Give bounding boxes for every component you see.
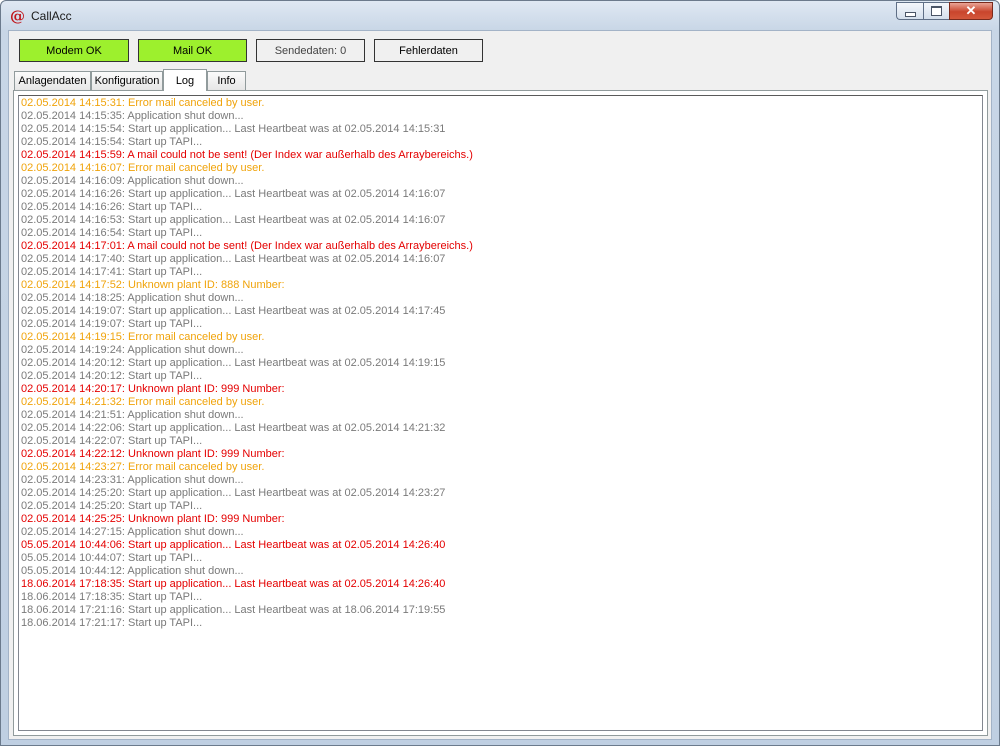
log-line: 18.06.2014 17:21:17: Start up TAPI... xyxy=(21,617,203,629)
maximize-icon xyxy=(931,6,942,16)
tab-info[interactable]: Info xyxy=(207,71,246,90)
tab-anlagendaten[interactable]: Anlagendaten xyxy=(14,71,91,90)
log-list: 02.05.2014 14:15:31: Error mail canceled… xyxy=(19,97,473,630)
log-line: 02.05.2014 14:25:20: Start up applicatio… xyxy=(21,487,446,499)
log-line: 02.05.2014 14:15:54: Start up applicatio… xyxy=(21,123,446,135)
log-line: 05.05.2014 10:44:06: Start up applicatio… xyxy=(21,539,446,551)
close-icon: ✕ xyxy=(965,3,977,18)
maximize-button[interactable] xyxy=(923,2,949,20)
minimize-icon xyxy=(904,11,916,17)
log-line: 02.05.2014 14:18:25: Application shut do… xyxy=(21,292,244,304)
log-line: 02.05.2014 14:25:25: Unknown plant ID: 9… xyxy=(21,513,285,525)
log-line: 02.05.2014 14:16:54: Start up TAPI... xyxy=(21,227,203,239)
log-line: 02.05.2014 14:19:07: Start up TAPI... xyxy=(21,318,203,330)
log-textbox[interactable]: 02.05.2014 14:15:31: Error mail canceled… xyxy=(18,95,983,731)
title-bar[interactable]: @ CallAcc ✕ xyxy=(1,1,999,29)
log-line: 02.05.2014 14:17:40: Start up applicatio… xyxy=(21,253,446,265)
log-line: 02.05.2014 14:15:35: Application shut do… xyxy=(21,110,244,122)
log-line: 02.05.2014 14:21:32: Error mail canceled… xyxy=(21,396,265,408)
log-line: 02.05.2014 14:16:26: Start up TAPI... xyxy=(21,201,203,213)
log-line: 02.05.2014 14:16:53: Start up applicatio… xyxy=(21,214,446,226)
log-line: 02.05.2014 14:22:06: Start up applicatio… xyxy=(21,422,446,434)
log-line: 02.05.2014 14:17:52: Unknown plant ID: 8… xyxy=(21,279,285,291)
log-line: 02.05.2014 14:20:12: Start up TAPI... xyxy=(21,370,203,382)
error-data-button[interactable]: Fehlerdaten xyxy=(374,39,483,62)
log-line: 18.06.2014 17:18:35: Start up applicatio… xyxy=(21,578,446,590)
log-line: 02.05.2014 14:22:12: Unknown plant ID: 9… xyxy=(21,448,285,460)
app-window: @ CallAcc ✕ Modem OK Mail OK Sendedaten:… xyxy=(0,0,1000,746)
log-line: 02.05.2014 14:23:27: Error mail canceled… xyxy=(21,461,265,473)
log-line: 02.05.2014 14:17:41: Start up TAPI... xyxy=(21,266,203,278)
log-line: 02.05.2014 14:16:09: Application shut do… xyxy=(21,175,244,187)
client-area: Modem OK Mail OK Sendedaten: 0 Fehlerdat… xyxy=(8,30,992,740)
modem-status-button[interactable]: Modem OK xyxy=(19,39,129,62)
log-line: 02.05.2014 14:15:31: Error mail canceled… xyxy=(21,97,265,109)
window-controls: ✕ xyxy=(896,2,993,20)
log-line: 02.05.2014 14:25:20: Start up TAPI... xyxy=(21,500,203,512)
log-line: 02.05.2014 14:15:59: A mail could not be… xyxy=(21,149,473,161)
log-line: 02.05.2014 14:20:12: Start up applicatio… xyxy=(21,357,446,369)
log-line: 02.05.2014 14:17:01: A mail could not be… xyxy=(21,240,473,252)
log-line: 02.05.2014 14:21:51: Application shut do… xyxy=(21,409,244,421)
close-button[interactable]: ✕ xyxy=(949,2,993,20)
tab-log[interactable]: Log xyxy=(163,69,207,91)
log-line: 02.05.2014 14:27:15: Application shut do… xyxy=(21,526,244,538)
log-line: 02.05.2014 14:16:07: Error mail canceled… xyxy=(21,162,265,174)
mail-status-button[interactable]: Mail OK xyxy=(138,39,247,62)
minimize-button[interactable] xyxy=(896,2,923,20)
log-line: 18.06.2014 17:21:16: Start up applicatio… xyxy=(21,604,446,616)
log-line: 02.05.2014 14:16:26: Start up applicatio… xyxy=(21,188,446,200)
log-line: 02.05.2014 14:19:24: Application shut do… xyxy=(21,344,244,356)
log-line: 02.05.2014 14:15:54: Start up TAPI... xyxy=(21,136,203,148)
log-line: 05.05.2014 10:44:12: Application shut do… xyxy=(21,565,244,577)
send-data-button[interactable]: Sendedaten: 0 xyxy=(256,39,365,62)
log-line: 02.05.2014 14:23:31: Application shut do… xyxy=(21,474,244,486)
window-title: CallAcc xyxy=(31,9,72,23)
log-line: 02.05.2014 14:22:07: Start up TAPI... xyxy=(21,435,203,447)
tab-konfiguration[interactable]: Konfiguration xyxy=(91,71,163,90)
log-tab-panel: 02.05.2014 14:15:31: Error mail canceled… xyxy=(13,90,988,736)
log-line: 18.06.2014 17:18:35: Start up TAPI... xyxy=(21,591,203,603)
log-line: 02.05.2014 14:20:17: Unknown plant ID: 9… xyxy=(21,383,285,395)
app-logo-icon: @ xyxy=(10,7,25,25)
log-line: 02.05.2014 14:19:15: Error mail canceled… xyxy=(21,331,265,343)
log-line: 02.05.2014 14:19:07: Start up applicatio… xyxy=(21,305,446,317)
log-line: 05.05.2014 10:44:07: Start up TAPI... xyxy=(21,552,203,564)
